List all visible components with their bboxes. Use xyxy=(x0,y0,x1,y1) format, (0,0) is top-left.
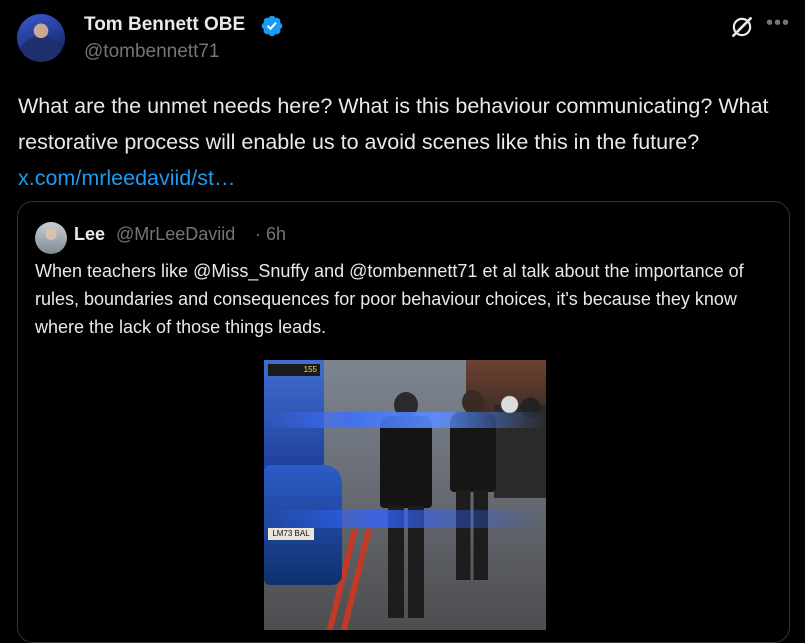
car-plate: LM73 BAL xyxy=(268,528,314,540)
author-avatar[interactable] xyxy=(17,14,65,62)
tweet-text: What are the unmet needs here? What is t… xyxy=(18,88,793,196)
quote-separator: · xyxy=(255,224,261,244)
quote-author-name[interactable]: Lee xyxy=(74,224,105,245)
quote-timestamp[interactable]: 6h xyxy=(266,224,286,245)
light-glare xyxy=(264,510,546,528)
grok-icon[interactable] xyxy=(729,14,755,40)
quoted-tweet[interactable]: Lee @MrLeeDaviid · 6h When teachers like… xyxy=(17,201,790,643)
verified-badge-icon[interactable] xyxy=(260,14,284,38)
person-body xyxy=(380,416,432,508)
crowd-shape xyxy=(494,388,546,498)
author-display-name[interactable]: Tom Bennett OBE xyxy=(84,14,245,36)
tweet-body: What are the unmet needs here? What is t… xyxy=(18,94,769,154)
quote-avatar[interactable] xyxy=(35,222,67,254)
person-head xyxy=(462,390,484,414)
more-icon[interactable]: ••• xyxy=(766,12,790,35)
person-legs xyxy=(456,490,488,580)
tweet-link[interactable]: x.com/mrleedaviid/st… xyxy=(18,166,235,190)
quote-author-handle[interactable]: @MrLeeDaviid xyxy=(116,224,235,245)
quote-text: When teachers like @Miss_Snuffy and @tom… xyxy=(35,261,744,337)
bus-route-sign: 155 xyxy=(268,364,320,376)
quote-media-video[interactable]: 155 LM73 BAL xyxy=(264,360,546,630)
author-handle[interactable]: @tombennett71 xyxy=(84,41,220,63)
light-glare xyxy=(264,412,546,428)
